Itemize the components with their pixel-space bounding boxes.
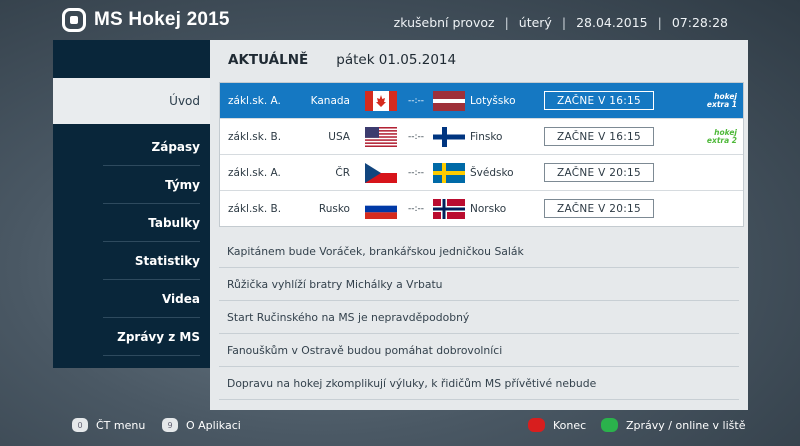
news-item[interactable]: Kapitánem bude Voráček, brankářskou jedn… [219,235,739,268]
sidebar-item-uvod[interactable]: Úvod [53,78,210,124]
news-ticker-key[interactable]: Zprávy / online v liště [601,418,745,432]
clock-label: 07:28:28 [671,15,728,30]
away-team: Finsko [470,130,503,143]
norway-flag-icon [433,198,465,219]
start-time-button[interactable]: ZAČNE V 16:15 [544,91,654,110]
about-key[interactable]: 9 O Aplikaci [162,418,241,432]
match-group: zákl.sk. B. [228,130,282,143]
app-title: MS Hokej 2015 [94,9,230,30]
finland-flag-icon [433,126,465,147]
match-list: zákl.sk. A. Kanada --:-- Lotyšsko ZAČNE … [219,82,744,227]
home-team: ČR [335,166,350,179]
match-score: --:-- [407,95,425,106]
red-button-icon [528,418,545,432]
sidebar-item-tymy[interactable]: Týmy [53,166,210,204]
channel-logo: hokej extra 2 [693,128,737,145]
ct-menu-key[interactable]: 0 ČT menu [72,418,145,432]
news-list: Kapitánem bude Voráček, brankářskou jedn… [219,235,739,400]
match-group: zákl.sk. A. [228,94,281,107]
match-score: --:-- [407,203,425,214]
latvia-flag-icon [433,90,465,111]
match-row[interactable]: zákl.sk. B. Rusko --:-- Norsko ZAČNE V 2… [220,191,743,226]
sidebar-item-tabulky[interactable]: Tabulky [53,204,210,242]
match-row[interactable]: zákl.sk. B. USA --:-- Finsko ZAČNE V 16:… [220,119,743,155]
news-item[interactable]: Růžička vyhlíží bratry Michálky a Vrbatu [219,268,739,301]
match-score: --:-- [407,131,425,142]
russia-flag-icon [365,198,397,219]
away-team: Lotyšsko [470,94,516,107]
sidebar: Úvod Zápasy Týmy Tabulky Statistiky Vide… [53,40,210,368]
start-time-button[interactable]: ZAČNE V 20:15 [544,199,654,218]
green-button-icon [601,418,618,432]
key-9-icon: 9 [162,418,178,432]
sidebar-item-zpravy[interactable]: Zprávy z MS [53,318,210,356]
panel-heading: AKTUÁLNĚ [228,52,309,68]
sweden-flag-icon [433,162,465,183]
sidebar-item-zapasy[interactable]: Zápasy [53,128,210,166]
canada-flag-icon [365,90,397,111]
channel-line2: extra 2 [706,135,737,145]
separator: | [657,15,662,30]
home-team: Kanada [310,94,350,107]
czech-flag-icon [365,162,397,183]
match-row[interactable]: zákl.sk. A. ČR --:-- Švédsko ZAČNE V 20:… [220,155,743,191]
date-label: 28.04.2015 [576,15,648,30]
mode-label: zkušební provoz [393,15,495,30]
sidebar-top [53,40,210,78]
usa-flag-icon [365,126,397,147]
news-ticker-label: Zprávy / online v liště [626,418,746,432]
match-row[interactable]: zákl.sk. A. Kanada --:-- Lotyšsko ZAČNE … [220,83,743,119]
channel-logo: hokej extra 1 [693,92,737,109]
separator: | [504,15,509,30]
app-logo: MS Hokej 2015 [62,8,230,32]
panel-date: pátek 01.05.2014 [336,52,457,68]
channel-line2: extra 1 [706,99,737,109]
separator: | [561,15,567,30]
home-team: USA [328,130,350,143]
home-team: Rusko [318,202,350,215]
news-item[interactable]: Start Ručinského na MS je nepravděpodobn… [219,301,739,334]
news-item[interactable]: Fanouškům v Ostravě budou pomáhat dobrov… [219,334,739,367]
news-item[interactable]: Dopravu na hokej zkomplikují výluky, k ř… [219,367,739,400]
exit-label: Konec [553,418,587,432]
day-label: úterý [518,15,552,30]
match-group: zákl.sk. B. [228,202,282,215]
main-panel: AKTUÁLNĚ pátek 01.05.2014 zákl.sk. A. Ka… [210,40,748,410]
key-0-icon: 0 [72,418,88,432]
ct-menu-label: ČT menu [96,418,146,432]
start-time-button[interactable]: ZAČNE V 20:15 [544,163,654,182]
start-time-button[interactable]: ZAČNE V 16:15 [544,127,654,146]
status-bar: zkušební provoz | úterý | 28.04.2015 | 0… [394,15,728,30]
away-team: Švédsko [470,166,514,179]
away-team: Norsko [470,202,507,215]
match-group: zákl.sk. A. [228,166,281,179]
ct-logo-icon [62,8,86,32]
sidebar-item-statistiky[interactable]: Statistiky [53,242,210,280]
about-label: O Aplikaci [186,418,241,432]
exit-key[interactable]: Konec [528,418,586,432]
match-score: --:-- [407,167,425,178]
sidebar-item-videa[interactable]: Videa [53,280,210,318]
panel-header: AKTUÁLNĚ pátek 01.05.2014 [210,40,748,80]
footer: 0 ČT menu 9 O Aplikaci Konec Zprávy / on… [0,418,800,438]
